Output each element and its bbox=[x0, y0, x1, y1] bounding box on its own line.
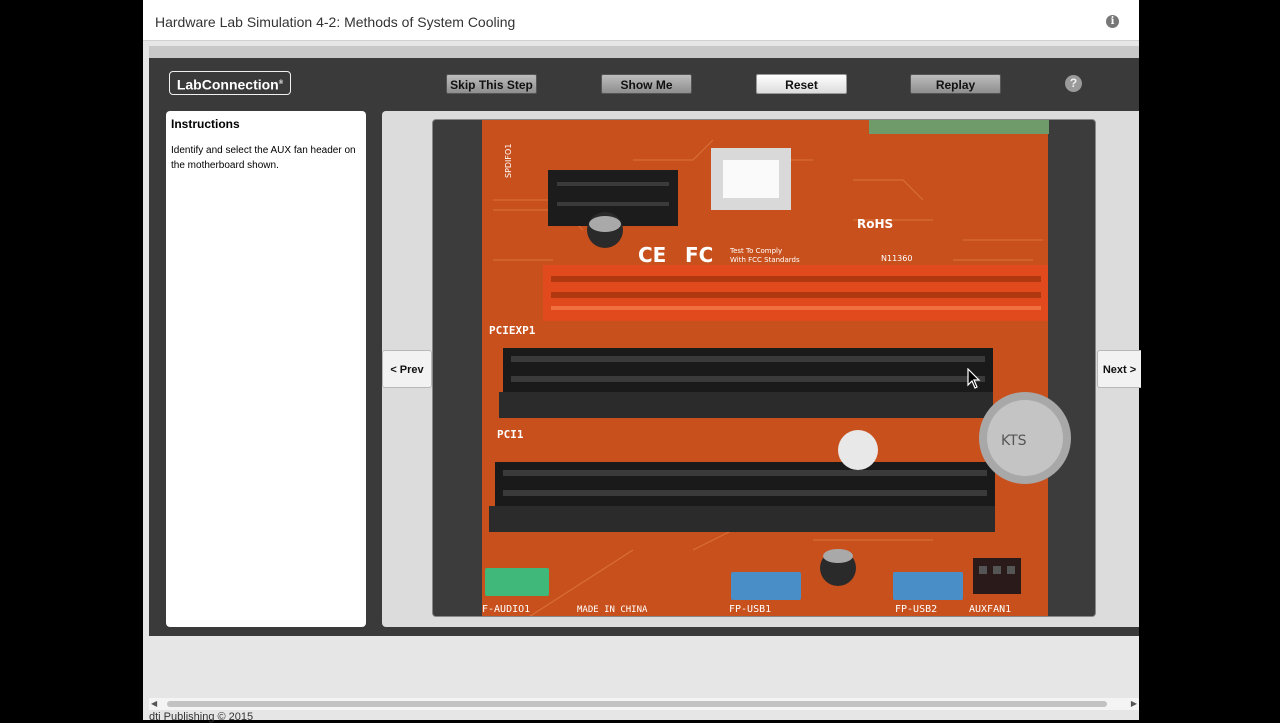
title-bar: Hardware Lab Simulation 4-2: Methods of … bbox=[143, 0, 1139, 41]
skip-step-button[interactable]: Skip This Step bbox=[446, 74, 537, 94]
image-frame: SPDIFO1 RoHS CE FC Test To Comply With F… bbox=[432, 119, 1096, 617]
lab-area: LabConnection® Skip This Step Show Me Re… bbox=[149, 58, 1141, 636]
image-viewer: SPDIFO1 RoHS CE FC Test To Comply With F… bbox=[382, 111, 1141, 627]
fcc-text-2: With FCC Standards bbox=[730, 256, 800, 264]
labconnection-logo: LabConnection® bbox=[169, 71, 291, 95]
pci-label: PCI1 bbox=[497, 428, 524, 441]
ce-mark: CE bbox=[638, 243, 666, 267]
logo-text: LabConnection bbox=[176, 76, 279, 93]
footer-copyright: dti Publishing © 2015 bbox=[149, 711, 254, 723]
pci-slot-1 bbox=[503, 348, 993, 392]
fc-mark: FC bbox=[685, 243, 713, 267]
auxfan-label: AUXFAN1 bbox=[969, 604, 1011, 615]
show-me-button[interactable]: Show Me bbox=[601, 74, 692, 94]
scroll-left-icon[interactable]: ◀ bbox=[151, 699, 157, 708]
logo-registered-mark: ® bbox=[278, 80, 284, 86]
rohs-label: RoHS bbox=[857, 217, 893, 231]
cert-label: N11360 bbox=[881, 254, 912, 263]
info-icon[interactable]: i bbox=[1106, 15, 1119, 28]
prev-button[interactable]: < Prev bbox=[382, 350, 432, 388]
pciexp-label: PCIEXP1 bbox=[489, 324, 536, 337]
usb1-label: FP-USB1 bbox=[729, 604, 771, 615]
instructions-heading: Instructions bbox=[171, 117, 240, 131]
audio-label: F-AUDIO1 bbox=[482, 604, 530, 615]
usb2-header bbox=[893, 572, 963, 600]
help-icon[interactable]: ? bbox=[1065, 75, 1082, 92]
reset-button[interactable]: Reset bbox=[756, 74, 847, 94]
usb1-header bbox=[731, 572, 801, 600]
next-button[interactable]: Next > bbox=[1097, 350, 1141, 388]
auxfan-header bbox=[973, 558, 1021, 594]
app-window: Hardware Lab Simulation 4-2: Methods of … bbox=[143, 0, 1141, 723]
instructions-panel: Instructions Identify and select the AUX… bbox=[166, 111, 366, 627]
made-in-label: MADE IN CHINA bbox=[577, 605, 648, 615]
battery-label: KTS bbox=[1001, 433, 1027, 449]
mouse-cursor-icon bbox=[967, 368, 981, 389]
horizontal-scrollbar[interactable]: ◀ ▶ bbox=[149, 698, 1139, 710]
instructions-text: Identify and select the AUX fan header o… bbox=[171, 145, 356, 171]
audio-header bbox=[485, 568, 549, 596]
scrollbar-thumb[interactable] bbox=[167, 701, 1107, 707]
pci-slot-2 bbox=[495, 462, 995, 506]
fcc-text-1: Test To Comply bbox=[729, 247, 782, 255]
top-strip bbox=[149, 46, 1139, 58]
spdif-label: SPDIFO1 bbox=[504, 144, 513, 178]
motherboard-image[interactable]: SPDIFO1 RoHS CE FC Test To Comply With F… bbox=[433, 120, 1095, 616]
usb2-label: FP-USB2 bbox=[895, 604, 937, 615]
window-title: Hardware Lab Simulation 4-2: Methods of … bbox=[155, 14, 516, 30]
scroll-right-icon[interactable]: ▶ bbox=[1131, 699, 1137, 708]
replay-button[interactable]: Replay bbox=[910, 74, 1001, 94]
